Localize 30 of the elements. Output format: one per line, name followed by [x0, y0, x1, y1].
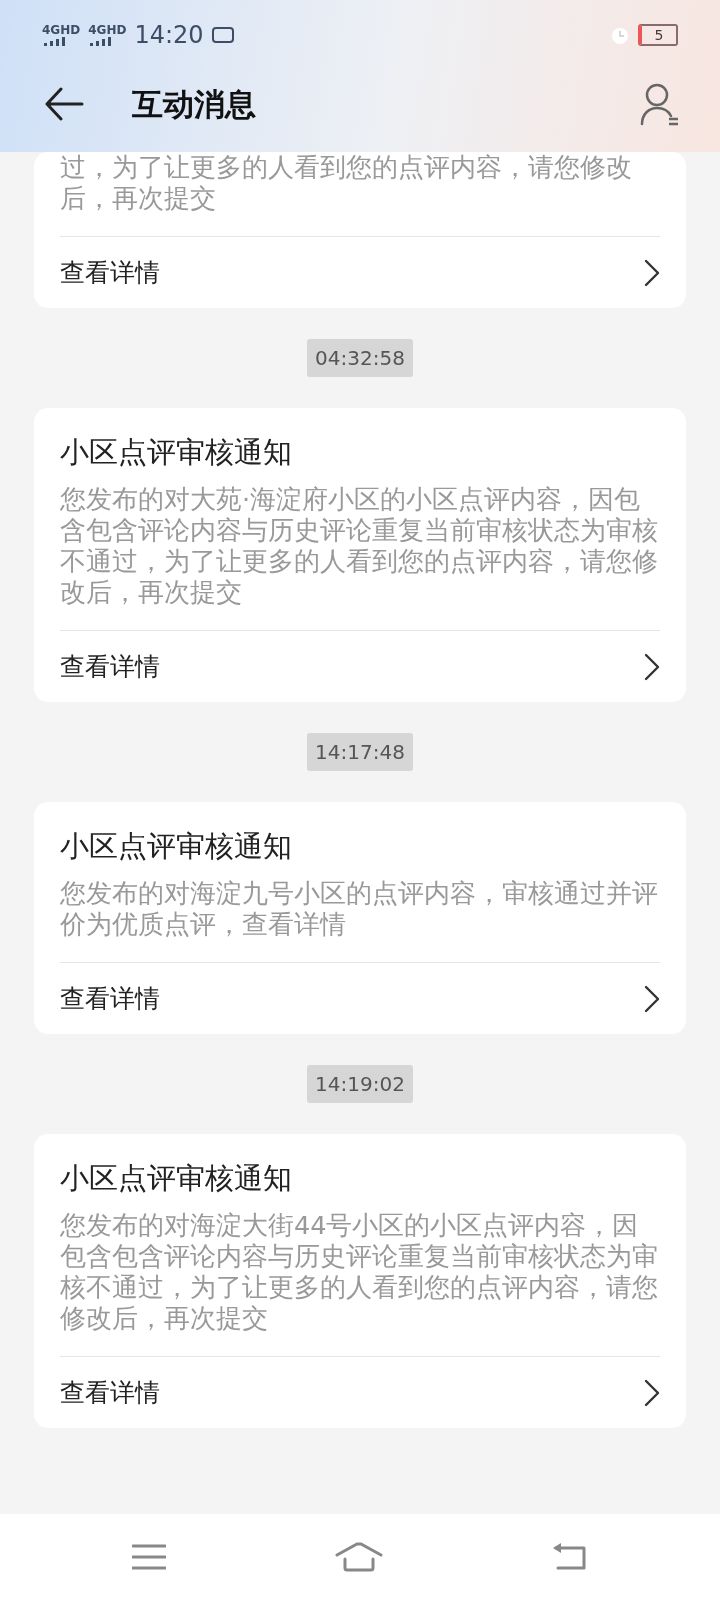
menu-icon[interactable] [132, 1543, 167, 1571]
message-title: 小区点评审核通知 [60, 434, 293, 471]
chevron-right-icon[interactable] [644, 984, 660, 1013]
message-body: 您发布的对海淀大街44号小区的小区点评内容，因包含包含评论内容与历史评论重复当前审核状态为审核不通过，为了让更多的人看到您的点评内容，请您修改后，再次提交 [60, 1209, 659, 1335]
user-icon[interactable] [640, 82, 680, 126]
message-title: 小区点评审核通知 [60, 1160, 293, 1197]
view-details-link[interactable]: 查看详情 [60, 979, 160, 1018]
battery-level: 5 [654, 28, 664, 42]
chevron-right-icon[interactable] [644, 1378, 660, 1407]
view-details-link[interactable]: 查看详情 [60, 253, 160, 292]
chevron-right-icon[interactable] [644, 652, 660, 681]
app-notification-icon [211, 26, 234, 44]
message-body: 您发布的对海淀九号小区的点评内容，审核通过并评价为优质点评，查看详情 [60, 877, 659, 941]
home-icon[interactable] [335, 1542, 383, 1572]
back-icon[interactable] [44, 87, 84, 121]
message-body: 您发布的对大苑·海淀府小区的小区点评内容，因包含包含评论内容与历史评论重复当前审核状态为审核不通过，为了让更多的人看到您的点评内容，请您修改后，再次提交 [60, 483, 659, 609]
message-body: 过，为了让更多的人看到您的点评内容，请您修改后，再次提交 [60, 152, 633, 215]
back-nav-icon[interactable] [551, 1542, 588, 1572]
page-title: 互动消息 [132, 84, 256, 124]
network-label: 4GHD [42, 24, 81, 36]
timestamp: 14:19:02 [307, 1065, 413, 1103]
status-time: 14:20 [134, 23, 204, 47]
message-title: 小区点评审核通知 [60, 828, 293, 865]
view-details-link[interactable]: 查看详情 [60, 1373, 160, 1412]
alarm-icon [610, 25, 630, 45]
network-label: 4GHD [88, 24, 127, 36]
chevron-right-icon[interactable] [644, 258, 660, 287]
timestamp: 04:32:58 [307, 339, 413, 377]
view-details-link[interactable]: 查看详情 [60, 647, 160, 686]
timestamp: 14:17:48 [307, 733, 413, 771]
